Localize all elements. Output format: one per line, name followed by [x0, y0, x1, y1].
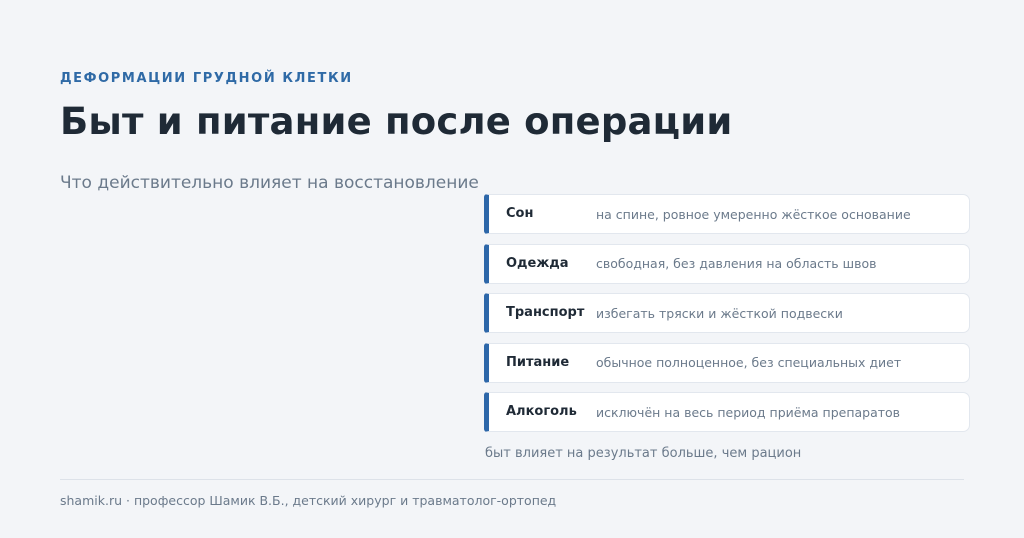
- recommendation-value: свободная, без давления на область швов: [596, 256, 877, 271]
- recommendation-label: Транспорт: [506, 305, 585, 320]
- recommendation-label: Алкоголь: [506, 404, 577, 419]
- recommendation-label: Одежда: [506, 255, 569, 271]
- recommendation-card-sleep: Сон на спине, ровное умеренно жёсткое ос…: [484, 194, 970, 234]
- recommendation-card-transport: Транспорт избегать тряски и жёсткой подв…: [484, 293, 970, 333]
- recommendation-label: Сон: [506, 206, 534, 221]
- section-kicker: ДЕФОРМАЦИИ ГРУДНОЙ КЛЕТКИ: [60, 71, 353, 86]
- recommendation-card-alcohol: Алкоголь исключён на весь период приёма …: [484, 392, 970, 432]
- summary-note: быт влияет на результат больше, чем раци…: [485, 446, 802, 461]
- recommendation-value: на спине, ровное умеренно жёсткое основа…: [596, 206, 911, 222]
- page-subtitle: Что действительно влияет на восстановлен…: [60, 173, 479, 193]
- footer-divider: [60, 479, 964, 480]
- recommendation-value: избегать тряски и жёсткой подвески: [596, 305, 843, 321]
- recommendation-value: обычное полноценное, без специальных дие…: [596, 355, 902, 370]
- footer-credit: shamik.ru · профессор Шамик В.Б., детски…: [60, 493, 557, 508]
- page-title: Быт и питание после операции: [60, 100, 733, 143]
- recommendation-list: Сон на спине, ровное умеренно жёсткое ос…: [484, 194, 970, 442]
- recommendation-card-nutrition: Питание обычное полноценное, без специал…: [484, 342, 970, 383]
- recommendation-label: Питание: [506, 354, 570, 370]
- recommendation-card-clothing: Одежда свободная, без давления на област…: [484, 243, 970, 284]
- recommendation-value: исключён на весь период приёма препарато…: [596, 404, 901, 420]
